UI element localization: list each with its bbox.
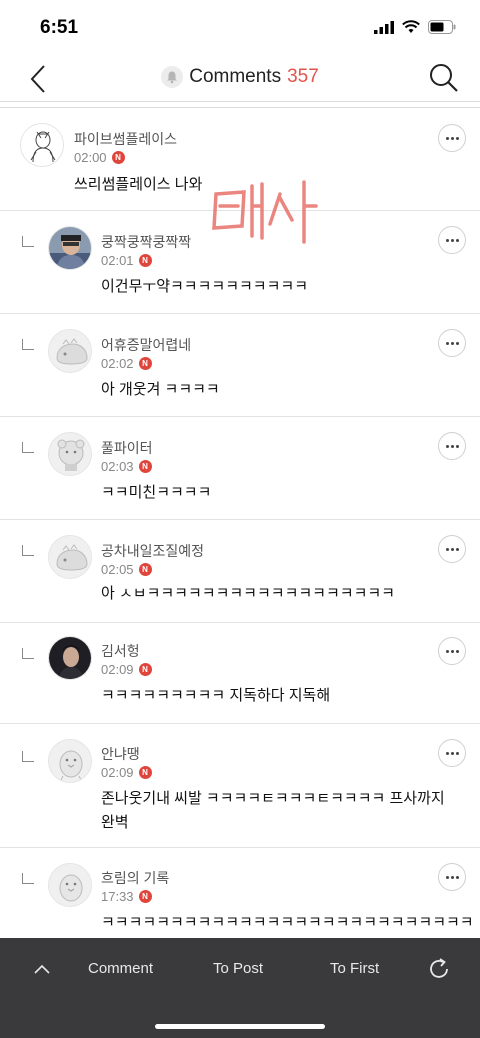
new-badge: N — [138, 890, 152, 903]
reply-indicator-icon — [22, 648, 34, 659]
bell-icon[interactable] — [161, 66, 184, 88]
comment-meta: 02:03 N — [101, 459, 152, 474]
home-indicator — [155, 1024, 325, 1029]
comment-text: ㅋㅋㅋㅋㅋㅋㅋㅋㅋㅋㅋㅋㅋㅋㅋㅋㅋㅋㅋㅋㅋㅋㅋㅋㅋㅋㅋ — [101, 914, 474, 931]
more-options-button[interactable] — [438, 226, 466, 254]
avatar[interactable] — [48, 432, 92, 476]
reply-indicator-icon — [22, 442, 34, 453]
comment-text-line: 존나웃기내 씨발 ㅋㅋㅋㅋㅌㅋㅋㅋㅌㅋㅋㅋㅋ 프사까지 — [101, 790, 445, 807]
comment-time: 02:01 — [101, 253, 134, 268]
comment-author[interactable]: 쿵짝쿵짝쿵짝짝 — [101, 232, 191, 252]
avatar[interactable] — [48, 329, 92, 373]
comment-author[interactable]: 어휴증말어렵네 — [101, 335, 191, 355]
comment-meta: 02:02 N — [101, 356, 152, 371]
comment-meta: 02:01 N — [101, 253, 152, 268]
nav-bar: Comments 357 — [0, 58, 480, 102]
comment-meta: 02:09 N — [101, 662, 152, 677]
comment-text: ㅋㅋㅋㅋㅋㅋㅋㅋㅋ 지독하다 지독해 — [101, 687, 331, 704]
comment-author[interactable]: 흐림의 기록 — [101, 868, 169, 888]
new-badge: N — [111, 151, 125, 164]
new-badge: N — [138, 563, 152, 576]
comment-meta: 02:00 N — [74, 150, 125, 165]
title-text: Comments — [189, 66, 282, 87]
comment-item: 김서헝 02:09 N ㅋㅋㅋㅋㅋㅋㅋㅋㅋ 지독하다 지독해 — [0, 623, 480, 724]
avatar[interactable] — [48, 535, 92, 579]
more-options-button[interactable] — [438, 535, 466, 563]
avatar[interactable] — [48, 863, 92, 907]
comment-author[interactable]: 풀파이터 — [101, 438, 153, 458]
avatar[interactable] — [48, 636, 92, 680]
comment-meta: 02:09 N — [101, 765, 152, 780]
more-options-button[interactable] — [438, 637, 466, 665]
comment-time: 02:09 — [101, 662, 134, 677]
comment-text: 아 ㅅㅂㅋㅋㅋㅋㅋㅋㅋㅋㅋㅋㅋㅋㅋㅋㅋㅋㅋㅋ — [101, 585, 395, 602]
to-first-button[interactable]: To First — [330, 960, 379, 977]
comment-text: 아 개웃겨 ㅋㅋㅋㅋ — [101, 381, 220, 398]
avatar[interactable] — [48, 226, 92, 270]
avatar[interactable] — [48, 739, 92, 783]
comment-text: 쓰리썸플레이스 나와 — [74, 176, 203, 193]
comment-time: 02:00 — [74, 150, 107, 165]
more-options-button[interactable] — [438, 739, 466, 767]
to-post-button[interactable]: To Post — [213, 960, 263, 977]
more-options-button[interactable] — [438, 329, 466, 357]
bottom-toolbar: Comment To Post To First — [0, 938, 480, 1038]
comment-time: 02:02 — [101, 356, 134, 371]
more-options-button[interactable] — [438, 863, 466, 891]
comment-item: 파이브썸플레이스 02:00 N 쓰리썸플레이스 나와 — [0, 108, 480, 211]
comment-item: 안냐땡 02:09 N 존나웃기내 씨발 ㅋㅋㅋㅋㅌㅋㅋㅋㅌㅋㅋㅋㅋ 프사까지 … — [0, 724, 480, 848]
comment-item: 쿵짝쿵짝쿵짝짝 02:01 N 이건무ㅜ약ㅋㅋㅋㅋㅋㅋㅋㅋㅋㅋ — [0, 211, 480, 314]
reply-indicator-icon — [22, 873, 34, 884]
reply-indicator-icon — [22, 339, 34, 350]
comment-time: 17:33 — [101, 889, 134, 904]
more-options-button[interactable] — [438, 124, 466, 152]
divider — [0, 101, 480, 102]
battery-icon — [428, 20, 456, 34]
refresh-icon — [430, 958, 448, 978]
comment-item: 어휴증말어렵네 02:02 N 아 개웃겨 ㅋㅋㅋㅋ — [0, 314, 480, 417]
more-options-button[interactable] — [438, 432, 466, 460]
refresh-button[interactable] — [426, 956, 452, 982]
comment-time: 02:03 — [101, 459, 134, 474]
wifi-icon — [402, 20, 420, 33]
reply-indicator-icon — [22, 545, 34, 556]
status-icons — [374, 20, 456, 34]
page-title: Comments 357 — [0, 66, 480, 88]
comment-meta: 02:05 N — [101, 562, 152, 577]
comment-item: 풀파이터 02:03 N ㅋㅋ미친ㅋㅋㅋㅋ — [0, 417, 480, 520]
scroll-up-button[interactable] — [30, 958, 54, 982]
comment-author[interactable]: 김서헝 — [101, 641, 140, 661]
comment-author[interactable]: 안냐땡 — [101, 744, 140, 764]
comment-item: 공차내일조질예정 02:05 N 아 ㅅㅂㅋㅋㅋㅋㅋㅋㅋㅋㅋㅋㅋㅋㅋㅋㅋㅋㅋㅋ — [0, 520, 480, 623]
avatar[interactable] — [20, 123, 64, 167]
comment-count: 357 — [287, 66, 319, 87]
search-icon — [430, 64, 458, 92]
new-badge: N — [138, 663, 152, 676]
comment-button[interactable]: Comment — [88, 960, 153, 977]
status-time: 6:51 — [40, 17, 79, 38]
comment-text: ㅋㅋ미친ㅋㅋㅋㅋ — [101, 484, 212, 501]
status-bar: 6:51 — [0, 0, 480, 58]
new-badge: N — [138, 357, 152, 370]
comment-time: 02:05 — [101, 562, 134, 577]
comment-text-line: 완벽 — [101, 814, 129, 831]
reply-indicator-icon — [22, 751, 34, 762]
comment-text: 이건무ㅜ약ㅋㅋㅋㅋㅋㅋㅋㅋㅋㅋ — [101, 278, 309, 295]
comment-item: 흐림의 기록 17:33 N ㅋㅋㅋㅋㅋㅋㅋㅋㅋㅋㅋㅋㅋㅋㅋㅋㅋㅋㅋㅋㅋㅋㅋㅋㅋ… — [0, 848, 480, 938]
new-badge: N — [138, 460, 152, 473]
comment-author[interactable]: 공차내일조질예정 — [101, 541, 204, 561]
chevron-up-icon — [34, 964, 50, 974]
new-badge: N — [138, 254, 152, 267]
new-badge: N — [138, 766, 152, 779]
comment-meta: 17:33 N — [101, 889, 152, 904]
search-button[interactable] — [428, 62, 460, 94]
reply-indicator-icon — [22, 236, 34, 247]
signal-icon — [374, 20, 394, 34]
comment-time: 02:09 — [101, 765, 134, 780]
comment-author[interactable]: 파이브썸플레이스 — [74, 129, 177, 149]
